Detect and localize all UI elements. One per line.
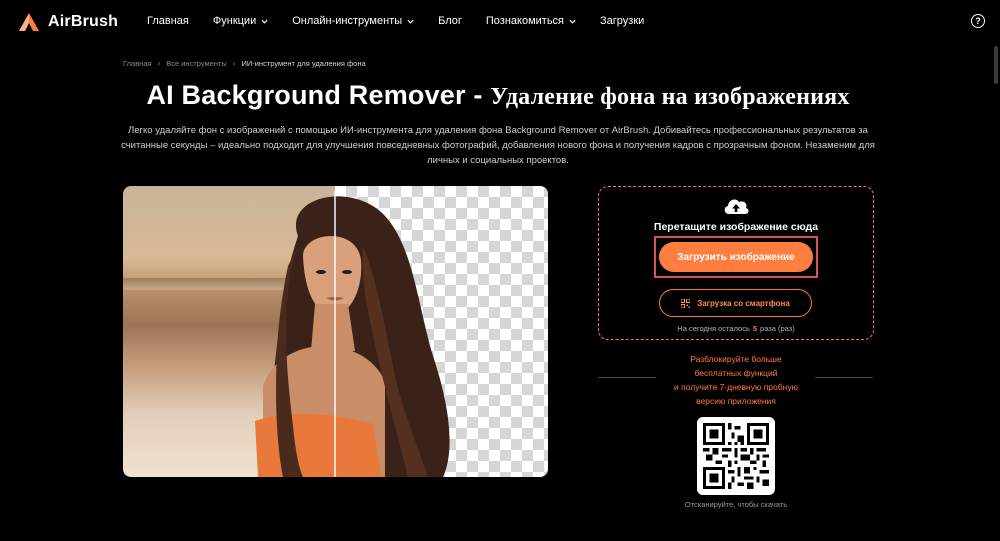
nav-item-home[interactable]: Главная — [147, 15, 189, 27]
nav-item-downloads[interactable]: Загрузки — [600, 15, 644, 27]
upload-image-button[interactable]: Загрузить изображение — [659, 242, 813, 272]
remaining-count: 5 — [752, 324, 758, 333]
nav-item-features[interactable]: Функции — [213, 15, 268, 27]
chevron-right-icon: › — [232, 59, 236, 68]
top-nav: AirBrush Главная Функции Онлайн-инструме… — [0, 0, 1000, 44]
page-title-en: AI Background Remover - — [146, 80, 491, 110]
qr-caption: Отсканируйте, чтобы скачать — [684, 500, 788, 509]
cloud-upload-icon — [724, 199, 749, 214]
nav-item-blog[interactable]: Блог — [438, 15, 462, 27]
page-title-ru: Удаление фона на изображениях — [490, 84, 850, 110]
download-qr-code — [697, 417, 775, 495]
chevron-down-icon — [407, 19, 414, 24]
remaining-uses: На сегодня осталось 5 раза (раз) — [677, 324, 795, 333]
brand-name: AirBrush — [48, 13, 119, 30]
page-description: Легко удаляйте фон с изображений с помощ… — [121, 125, 875, 166]
breadcrumb-home[interactable]: Главная — [123, 59, 152, 68]
qr-code-icon — [681, 298, 691, 308]
nav-menu: Главная Функции Онлайн-инструменты Блог … — [147, 15, 668, 27]
woman-portrait-image — [255, 191, 450, 477]
upload-button-highlight: Загрузить изображение — [654, 236, 818, 278]
question-circle-icon[interactable]: ? — [971, 14, 985, 28]
upload-from-phone-label: Загрузка со смартфона — [697, 298, 790, 308]
app-promo-text: Разблокируйте больше бесплатных функций … — [674, 354, 798, 406]
chevron-down-icon — [569, 19, 576, 24]
page-title: AI Background Remover - Удаление фона на… — [0, 80, 996, 111]
upload-from-phone-button[interactable]: Загрузка со смартфона — [659, 289, 812, 317]
breadcrumb-all-tools[interactable]: Все инструменты — [166, 59, 227, 68]
airbrush-logo[interactable]: AirBrush — [18, 12, 118, 32]
qr-code-image — [703, 423, 769, 489]
breadcrumb-current: ИИ-инструмент для удаления фона — [241, 59, 366, 68]
airbrush-logo-icon — [19, 13, 39, 31]
drop-text: Перетащите изображение сюда — [653, 221, 819, 233]
nav-item-online-tools[interactable]: Онлайн-инструменты — [292, 15, 414, 27]
nav-item-about[interactable]: Познакомиться — [486, 15, 576, 27]
breadcrumb: Главная › Все инструменты › ИИ-инструмен… — [123, 59, 366, 68]
scrollbar-thumb[interactable] — [994, 46, 998, 84]
before-after-preview — [123, 186, 548, 477]
chevron-right-icon: › — [157, 59, 161, 68]
chevron-down-icon — [261, 19, 268, 24]
upload-dropzone[interactable]: Перетащите изображение сюда Загрузить из… — [598, 186, 874, 340]
